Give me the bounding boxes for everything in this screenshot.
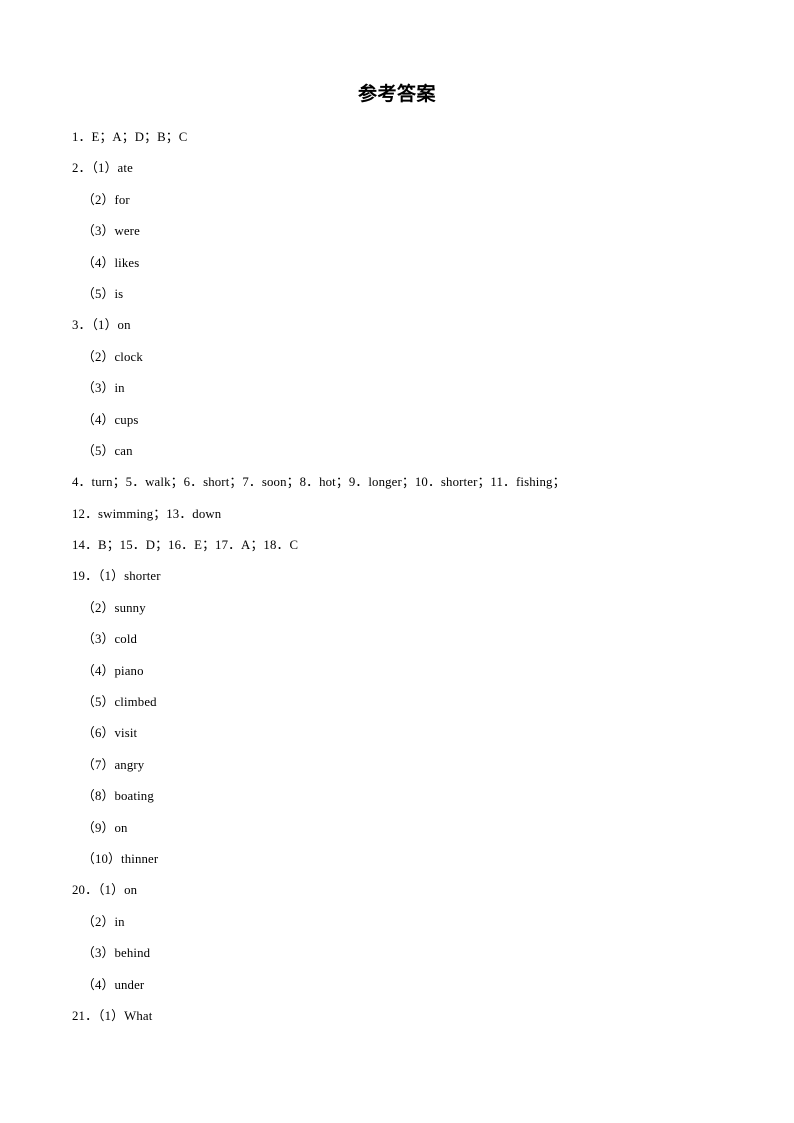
answer-line: （5）can <box>82 443 133 458</box>
answer-line: （3）were <box>82 224 140 239</box>
answer-line: 19．（1）shorter <box>72 569 161 584</box>
answer-line: 21．（1）What <box>72 1008 153 1023</box>
answer-line: （4）likes <box>82 255 140 270</box>
answer-line: 14．B；15．D；16．E；17．A；18．C <box>72 538 299 553</box>
answer-line: 12．swimming；13．down <box>72 506 222 521</box>
answer-line: （2）sunny <box>82 600 146 615</box>
answer-line: （7）angry <box>82 757 145 772</box>
answer-line: （5）climbed <box>82 695 157 710</box>
answer-line: （3）cold <box>82 632 138 647</box>
answer-line: 4．turn；5．walk；6．short；7．soon；8．hot；9．lon… <box>72 475 566 490</box>
answer-line: （8）boating <box>82 789 154 804</box>
answer-line: （6）visit <box>82 726 138 741</box>
answer-line: （4）under <box>82 977 145 992</box>
answer-line: （9）on <box>82 820 128 835</box>
answer-line: （4）piano <box>82 663 144 678</box>
answer-line: （10）thinner <box>82 851 159 866</box>
answer-line: （3）behind <box>82 946 151 961</box>
answer-line: （2）in <box>82 914 125 929</box>
document-page: 参考答案 1．E；A；D；B；C 2．（1）ate （2）for （3）were （4）… <box>0 0 794 1123</box>
answer-line: （4）cups <box>82 412 139 427</box>
answer-line: （2）clock <box>82 349 143 364</box>
answer-list: 1．E；A；D；B；C 2．（1）ate （2）for （3）were （4）likes… <box>0 122 794 1032</box>
answer-line: （2）for <box>82 192 130 207</box>
page-title: 参考答案 <box>357 84 436 105</box>
answer-line: （3）in <box>82 381 125 396</box>
answer-line: 20．（1）on <box>72 883 138 898</box>
answer-line: 1．E；A；D；B；C <box>72 130 188 144</box>
answer-line: （5）is <box>82 286 124 301</box>
answer-line: 2．（1）ate <box>72 161 133 176</box>
answer-line: 3．（1）on <box>72 318 131 333</box>
